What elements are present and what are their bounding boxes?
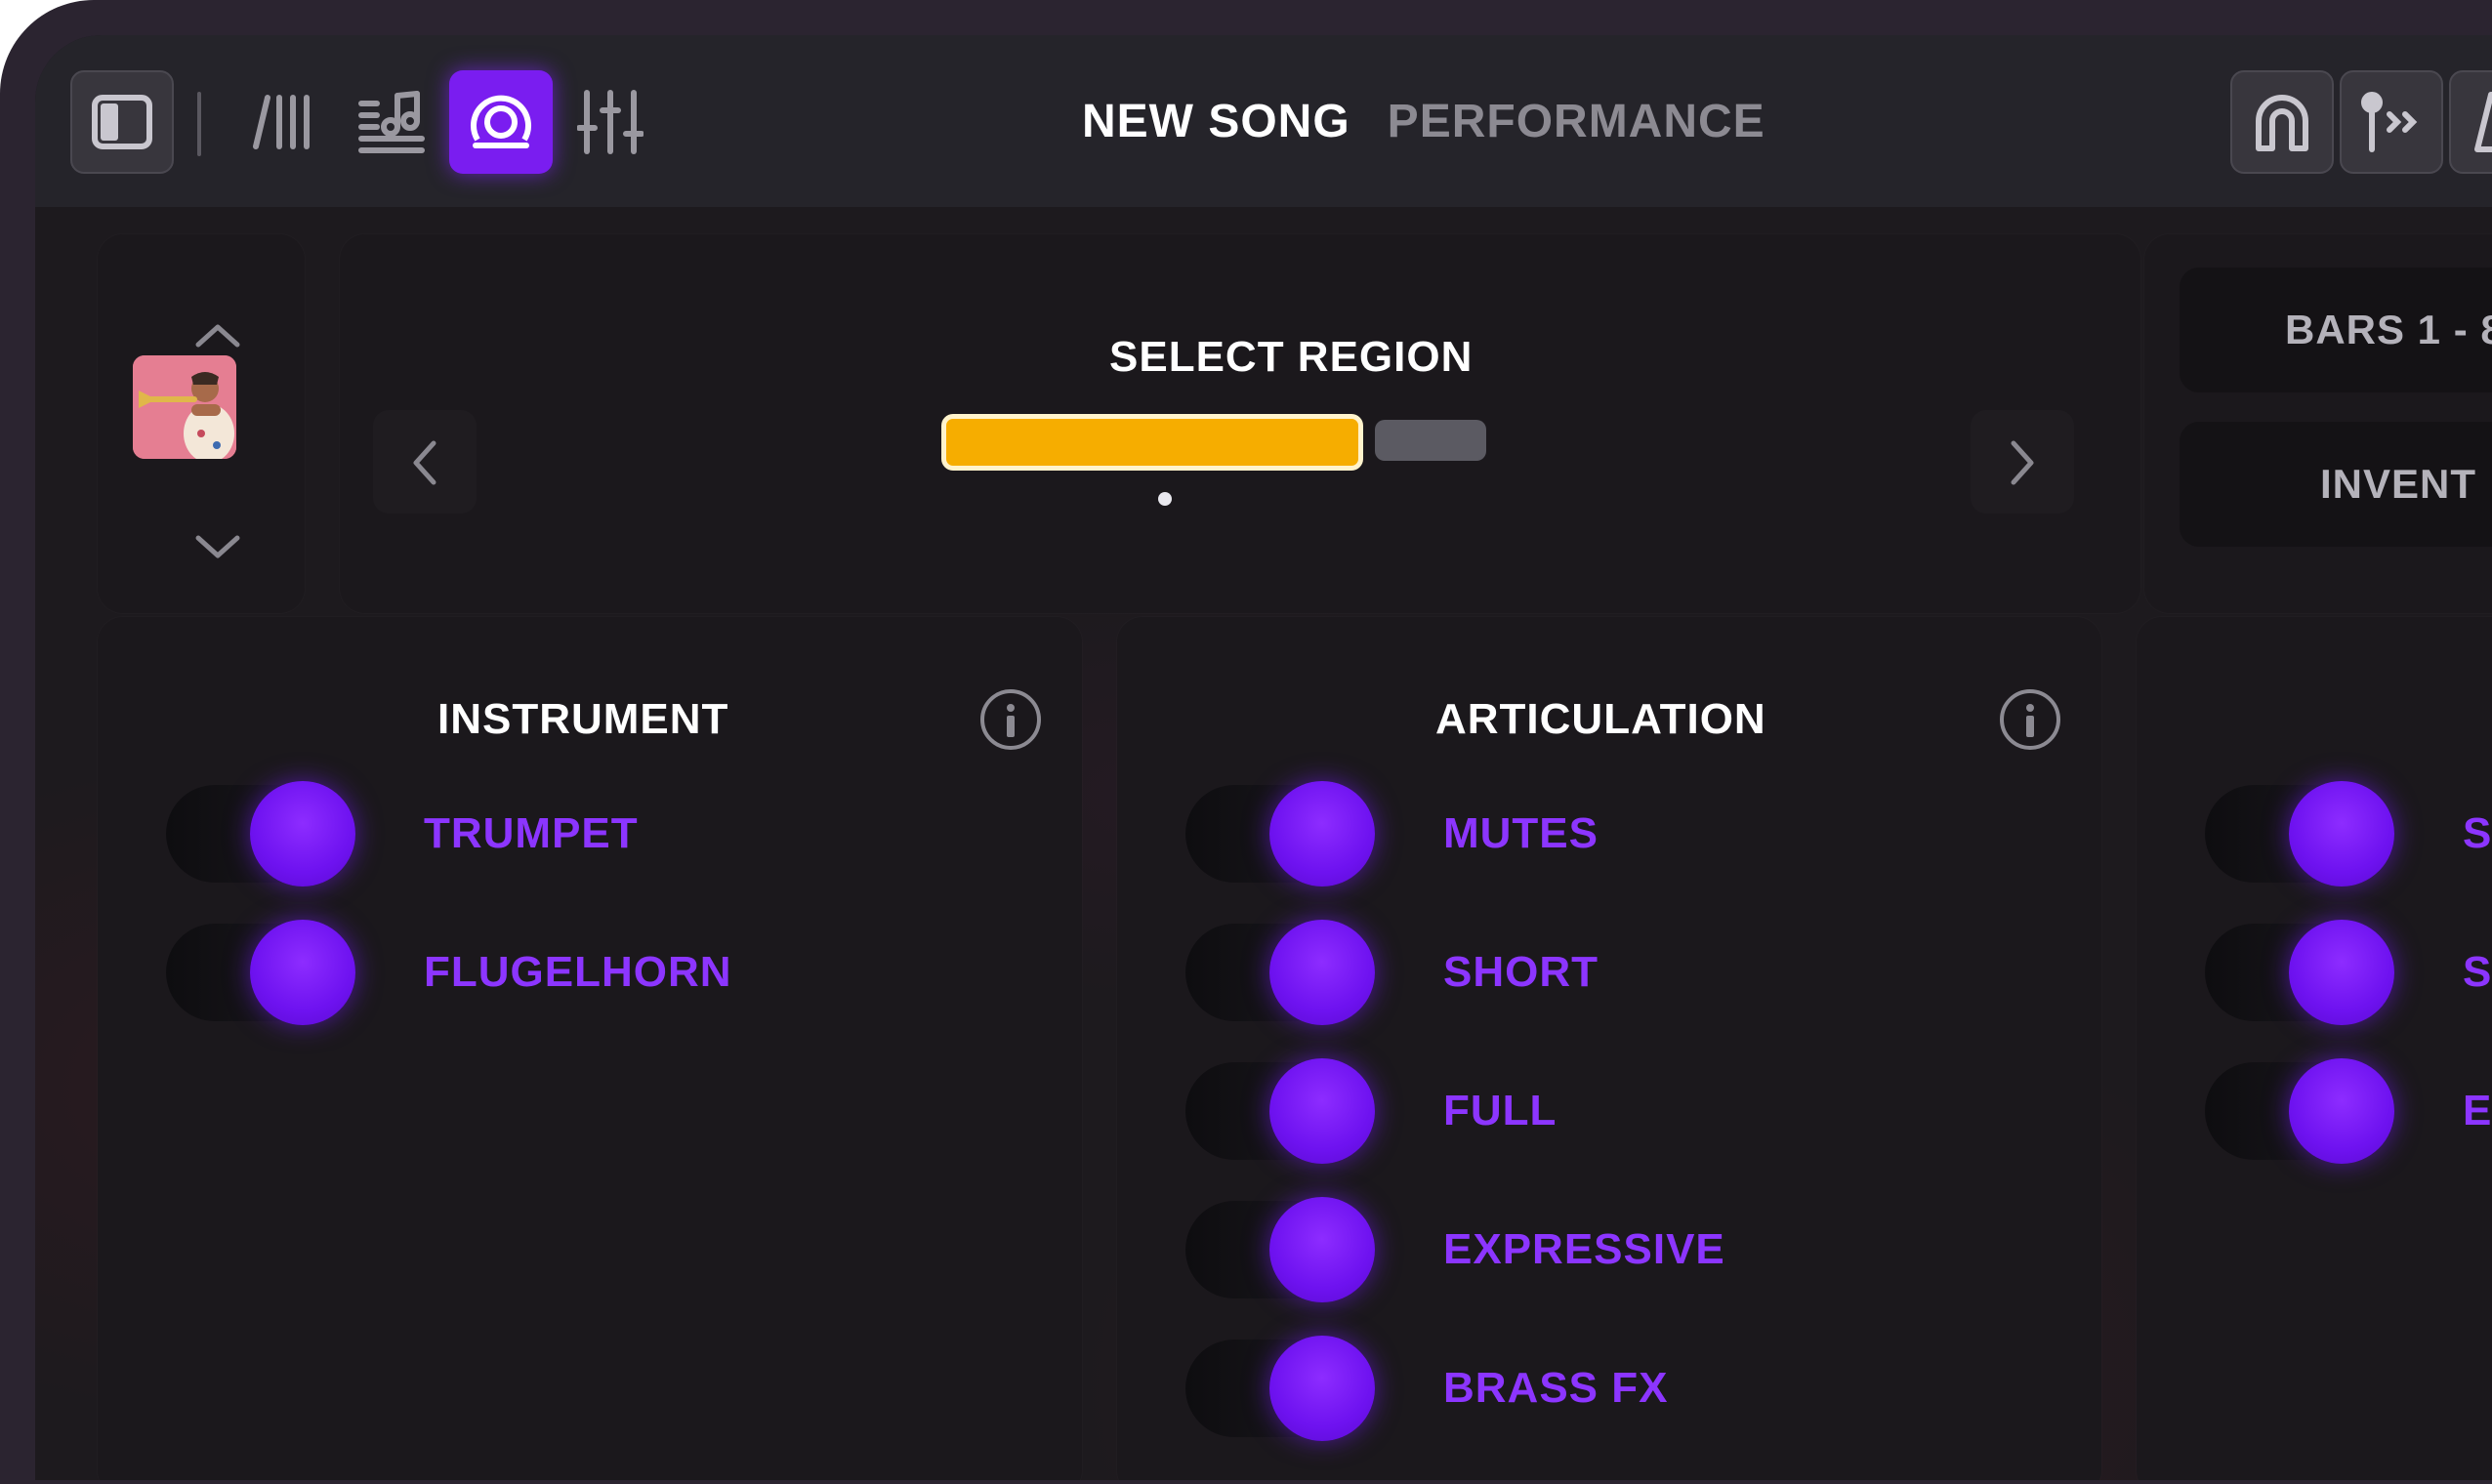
page-indicator-dot — [1158, 492, 1172, 506]
tracks-icon — [253, 95, 310, 149]
song-title[interactable]: NEW SONG — [1082, 95, 1350, 148]
notes-button[interactable] — [340, 70, 443, 174]
song-title-group: NEW SONG PERFORMANCE — [1082, 35, 1765, 207]
toolbar-divider — [197, 92, 201, 156]
region-prev-button[interactable] — [373, 410, 477, 514]
region-title: SELECT REGION — [1109, 333, 1474, 381]
toggle-knob[interactable] — [2289, 781, 2394, 886]
chevron-left-icon — [413, 440, 436, 485]
tracks-button[interactable] — [230, 70, 334, 174]
articulation-title: ARTICULATION — [1435, 695, 1766, 743]
toggle-label: FLUGELHORN — [424, 948, 732, 996]
region-next-button[interactable] — [1971, 410, 2074, 514]
trumpet-player-image — [133, 355, 236, 459]
mixer-icon — [577, 90, 644, 154]
metronome-button[interactable] — [2449, 70, 2492, 174]
performance-button[interactable] — [449, 70, 553, 174]
region-segment[interactable] — [1375, 420, 1486, 461]
bars-range-button[interactable]: BARS 1 - 8 — [2180, 268, 2492, 392]
toggle-knob[interactable] — [250, 920, 355, 1025]
articulation-info-button[interactable] — [2000, 689, 2060, 750]
toggle-knob[interactable] — [2289, 920, 2394, 1025]
toggle-knob[interactable] — [1269, 1197, 1375, 1302]
third-panel — [2137, 617, 2492, 1480]
toggle-label: S — [2463, 809, 2492, 857]
toggle-knob[interactable] — [1269, 781, 1375, 886]
toggle-label: S — [2463, 948, 2492, 996]
chevron-right-icon — [2011, 440, 2034, 485]
top-toolbar: NEW SONG PERFORMANCE — [35, 35, 2492, 207]
region-segment-selected[interactable] — [941, 414, 1363, 471]
toggle-knob[interactable] — [250, 781, 355, 886]
toggle-label: E — [2463, 1087, 2492, 1134]
info-icon — [2026, 704, 2034, 737]
performance-icon — [471, 95, 531, 148]
toggle-knob[interactable] — [2289, 1058, 2394, 1164]
toggle-label: SHORT — [1443, 948, 1599, 996]
instrument-panel — [98, 617, 1082, 1480]
toggle-knob[interactable] — [1269, 1058, 1375, 1164]
toggle-label: MUTES — [1443, 809, 1599, 857]
invent-button[interactable]: INVENT — [2180, 422, 2492, 547]
toggle-label: EXPRESSIVE — [1443, 1225, 1725, 1273]
track-down-button[interactable] — [184, 523, 252, 572]
track-up-button[interactable] — [184, 310, 252, 359]
chevron-down-icon — [195, 535, 240, 558]
toggle-label: FULL — [1443, 1087, 1558, 1134]
magnet-icon — [2256, 95, 2308, 151]
instrument-info-button[interactable] — [980, 689, 1041, 750]
toggle-knob[interactable] — [1269, 1336, 1375, 1441]
toggle-label: TRUMPET — [424, 809, 639, 857]
notes-icon — [358, 91, 425, 153]
instrument-title: INSTRUMENT — [437, 695, 729, 743]
routing-button[interactable] — [2340, 70, 2443, 174]
toggle-label: BRASS FX — [1443, 1364, 1669, 1412]
sidebar-toggle-icon — [92, 95, 152, 149]
sidebar-toggle-button[interactable] — [70, 70, 174, 174]
magnet-button[interactable] — [2230, 70, 2334, 174]
app-window: NEW SONG PERFORMANCE SELECT REGION BARS … — [35, 35, 2492, 1480]
mixer-button[interactable] — [559, 70, 662, 174]
metronome-icon — [2474, 92, 2492, 152]
track-avatar[interactable] — [133, 355, 236, 459]
view-title: PERFORMANCE — [1387, 95, 1765, 147]
routing-icon — [2361, 92, 2418, 152]
chevron-up-icon — [195, 324, 240, 348]
toggle-knob[interactable] — [1269, 920, 1375, 1025]
info-icon — [1007, 704, 1015, 737]
